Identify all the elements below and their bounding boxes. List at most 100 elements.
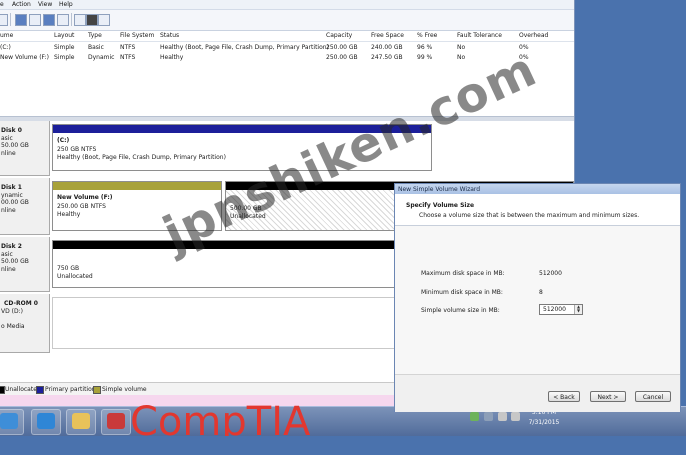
volume-percent-free: 96 % [417,44,433,51]
partition-status: Healthy (Boot, Page File, Crash Dump, Pr… [57,154,226,161]
partition-title: New Volume (F:) [57,194,113,201]
disk-name: Disk 1 [1,184,22,191]
volume-capacity: 250.00 GB [326,44,358,51]
simple-volume-bar [53,182,221,190]
wizard-title-bar[interactable]: New Simple Volume Wizard [395,184,680,194]
volume-list-header: ume Layout Type File System Status Capac… [0,31,574,42]
column-capacity[interactable]: Capacity [326,32,352,39]
column-type[interactable]: Type [88,32,102,39]
legend-primary: Primary partition [45,386,96,393]
internet-explorer-icon [37,413,55,429]
disk-name: CD-ROM 0 [4,300,38,307]
disk-type: asic [1,251,13,258]
volume-size-label: Simple volume size in MB: [421,307,500,314]
partition-size: 250.00 GB NTFS [57,203,106,210]
menu-help[interactable]: Help [59,1,73,8]
disk-type: ynamic [1,192,23,199]
disk-type: asic [1,135,13,142]
partition-status: Unallocated [57,273,93,280]
menu-bar: e Action View Help [0,0,574,10]
taskbar-ie[interactable] [31,409,61,435]
legend-simple: Simple volume [102,386,147,393]
partition-size: 250 GB NTFS [57,146,97,153]
volume-percent-free: 99 % [417,54,433,61]
menu-action[interactable]: Action [12,1,31,8]
volume-fault-tolerance: No [457,54,466,61]
column-volume[interactable]: ume [0,32,13,39]
volume-row[interactable]: (C:) Simple Basic NTFS Healthy (Boot, Pa… [0,43,574,53]
menu-view[interactable]: View [38,1,52,8]
new-simple-volume-wizard: New Simple Volume Wizard Specify Volume … [394,183,681,412]
volume-status: Healthy (Boot, Page File, Crash Dump, Pr… [160,44,329,51]
volume-status: Healthy [160,54,184,61]
taskbar-disk-management[interactable] [101,409,131,435]
volume-type: Basic [88,44,104,51]
windows-logo-icon [0,413,18,429]
volume-fault-tolerance: No [457,44,466,51]
clock-date: 7/31/2015 [528,419,560,426]
console-tree-icon[interactable] [15,14,27,26]
volume-capacity: 250.00 GB [326,54,358,61]
desktop-bottom [0,436,686,455]
disk-type: VD (D:) [1,308,23,315]
export-icon[interactable] [86,14,98,26]
disk-status: nline [1,150,16,157]
disk-size: 50.00 GB [1,142,29,149]
toolbar-separator [71,13,72,26]
disk-label[interactable]: Disk 1 ynamic 00.00 GB nline [0,178,50,235]
volume-name: New Volume (F:) [0,54,49,61]
taskbar-explorer[interactable] [66,409,96,435]
properties-icon[interactable] [74,14,86,26]
volume-free-space: 240.00 GB [371,44,403,51]
volume-icon[interactable] [498,412,507,421]
wizard-footer: < Back Next > Cancel [395,374,680,412]
partition-status: Healthy [57,211,81,218]
forward-icon[interactable] [0,14,8,26]
flag-icon[interactable] [484,412,493,421]
wizard-header: Specify Volume Size Choose a volume size… [395,194,680,226]
help-topic-icon[interactable] [43,14,55,26]
column-file-system[interactable]: File System [120,32,154,39]
column-percent-free[interactable]: % Free [417,32,437,39]
start-button[interactable] [0,409,24,435]
column-free-space[interactable]: Free Space [371,32,404,39]
network-icon[interactable] [470,412,479,421]
volume-free-space: 247.50 GB [371,54,403,61]
min-size-value: 8 [539,289,543,296]
disk-label[interactable]: Disk 2 asic 50.00 GB nline [0,237,50,292]
disk-size: 50.00 GB [1,258,29,265]
refresh-icon[interactable] [57,14,69,26]
disk-name: Disk 0 [1,127,22,134]
options-icon[interactable] [98,14,110,26]
disk-name: Disk 2 [1,243,22,250]
spin-arrows-icon[interactable]: ▲ ▼ [574,305,582,314]
cancel-button[interactable]: Cancel [635,391,671,402]
volume-layout: Simple [54,54,75,61]
volume-size-value: 512000 [543,306,566,313]
folder-icon [72,413,90,429]
wizard-subheading: Choose a volume size that is between the… [419,212,640,219]
disk-label[interactable]: Disk 0 asic 50.00 GB nline [0,121,50,176]
partition-size: 750 GB [57,265,80,272]
wizard-heading: Specify Volume Size [406,202,475,209]
menu-file[interactable]: e [0,1,4,8]
list-view-icon[interactable] [29,14,41,26]
max-size-value: 512000 [539,270,562,277]
max-size-label: Maximum disk space in MB: [421,270,505,277]
column-layout[interactable]: Layout [54,32,74,39]
primary-swatch [36,386,44,394]
partition-title: (C:) [57,137,70,144]
volume-size-spinbox[interactable]: 512000 ▲ ▼ [539,304,583,315]
volume-name: (C:) [0,44,11,51]
column-fault-tolerance[interactable]: Fault Tolerance [457,32,502,39]
column-overhead[interactable]: Overhead [519,32,548,39]
display-icon[interactable] [511,412,520,421]
disk-label[interactable]: CD-ROM 0 VD (D:) o Media [0,294,50,353]
disk-status: nline [1,207,16,214]
next-button[interactable]: Next > [590,391,626,402]
disk-size: 00.00 GB [1,199,29,206]
column-status[interactable]: Status [160,32,179,39]
volume-file-system: NTFS [120,54,136,61]
simple-swatch [93,386,101,394]
back-button[interactable]: < Back [548,391,580,402]
